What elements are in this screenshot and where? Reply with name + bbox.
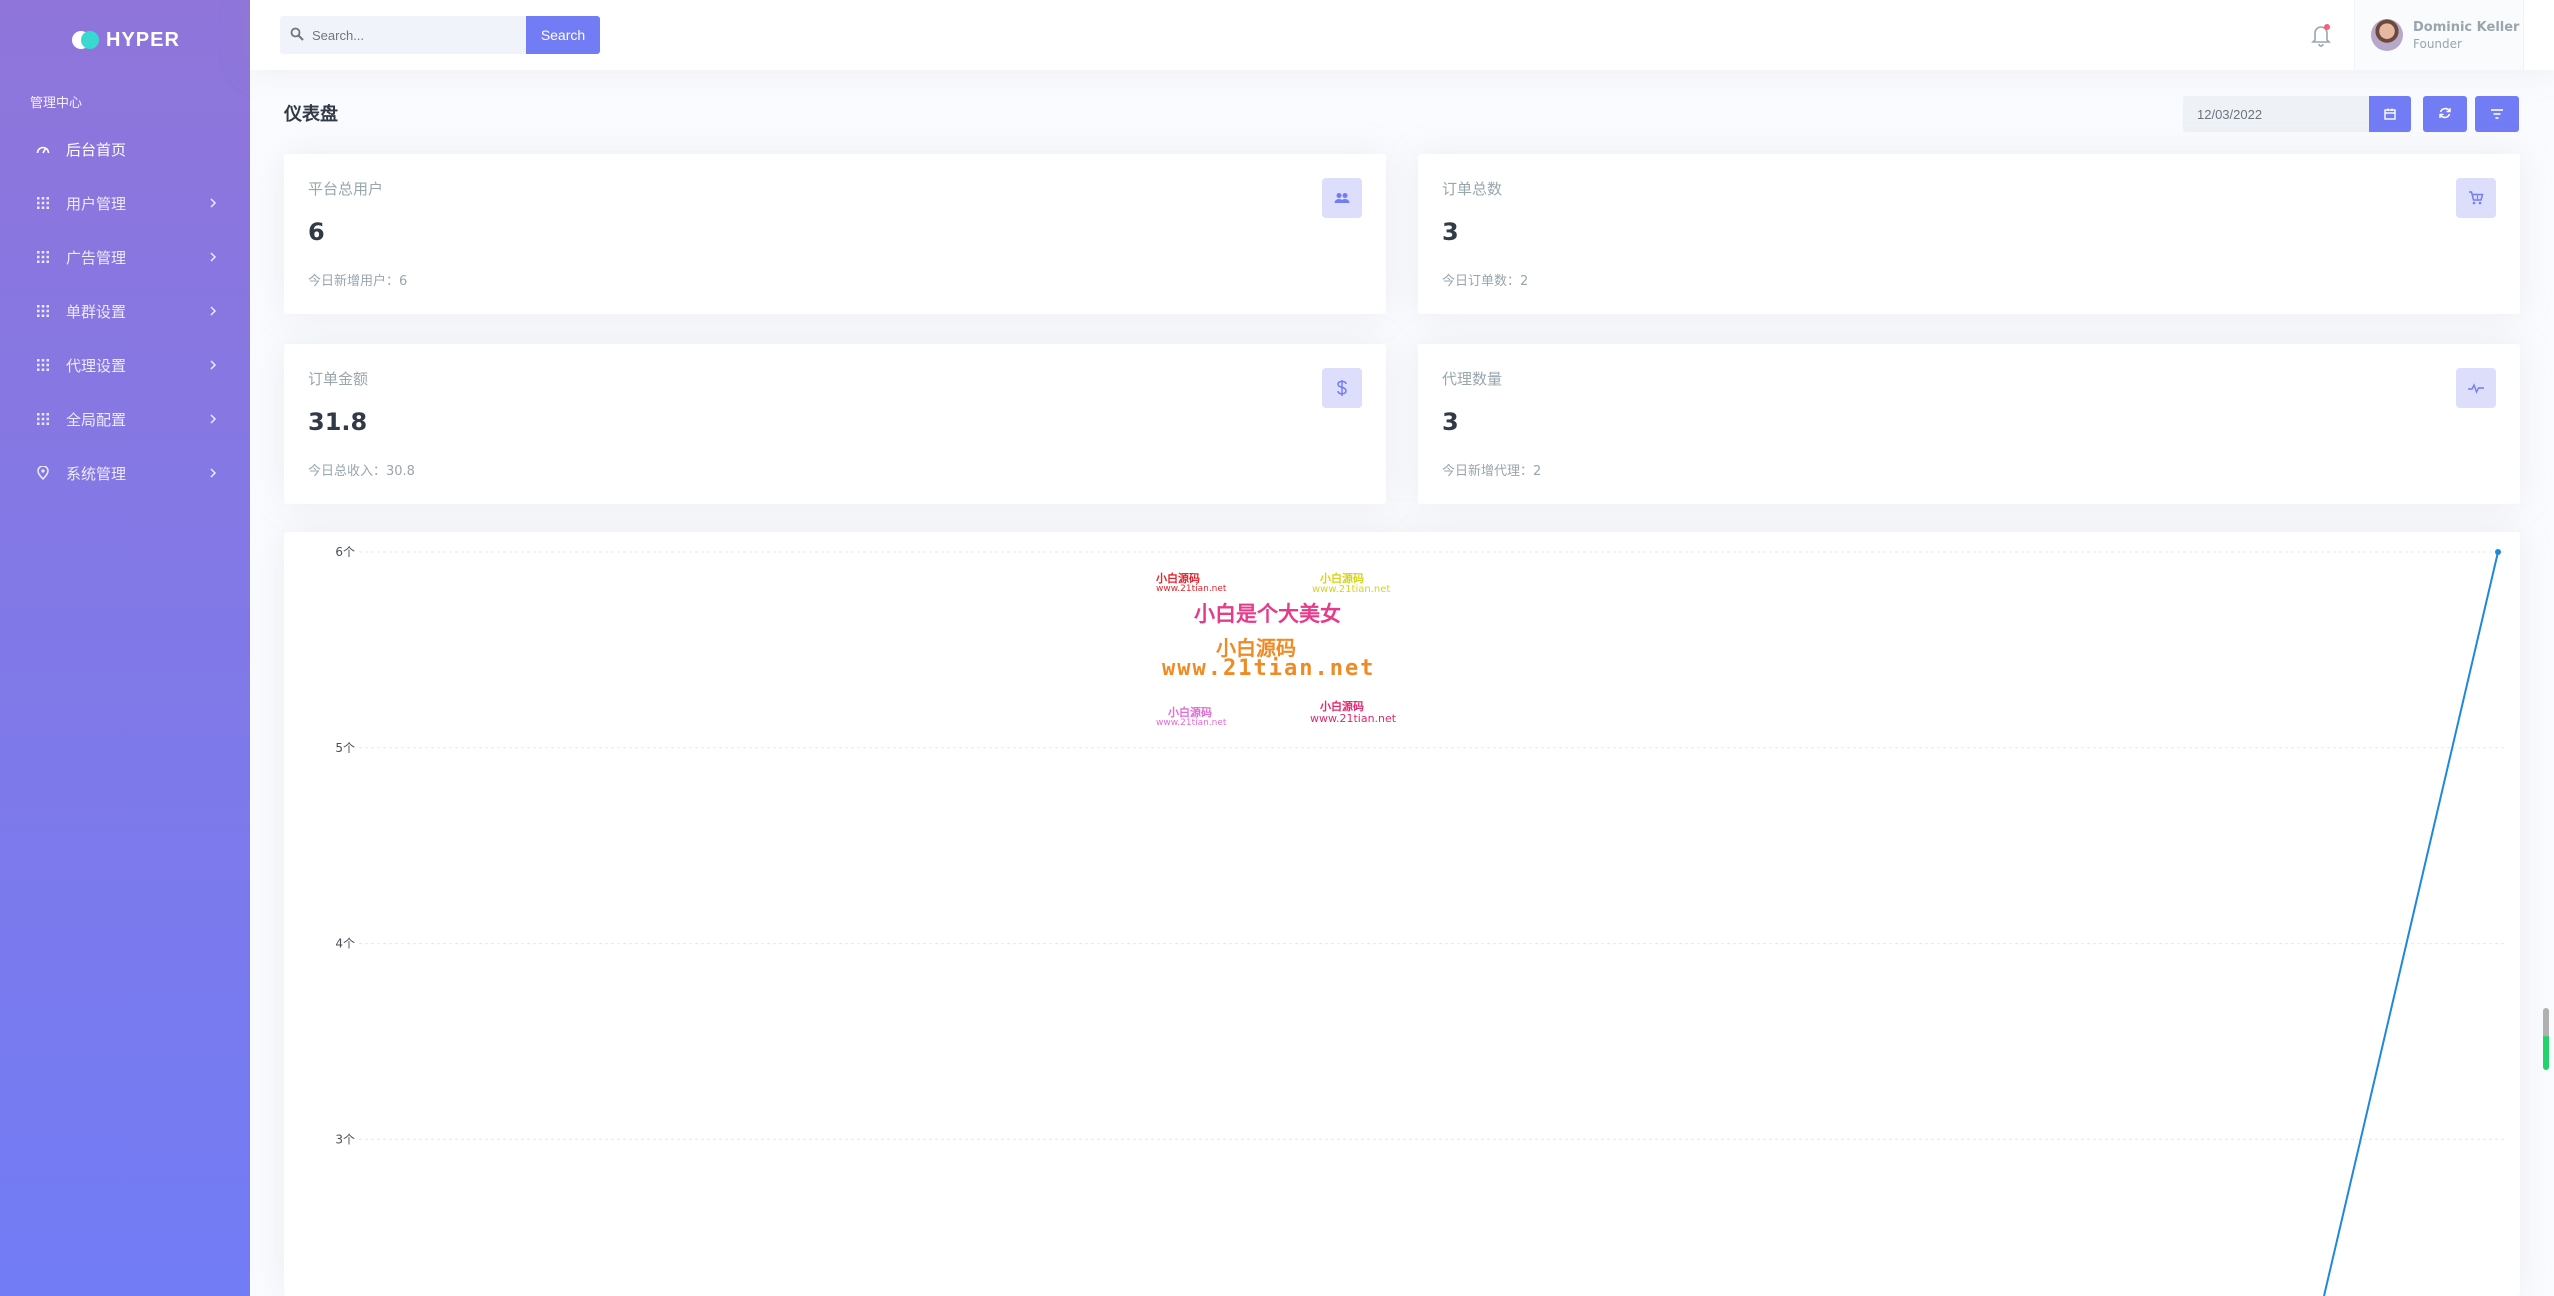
sidebar-item-agent-settings[interactable]: 代理设置 <box>0 338 250 392</box>
sidebar-section-title: 管理中心 <box>30 96 83 111</box>
stat-value: 3 <box>1442 218 1459 246</box>
search-input[interactable] <box>312 27 502 43</box>
filter-icon <box>2490 105 2504 124</box>
user-name: Dominic Keller <box>2413 19 2520 35</box>
chevron-right-icon <box>206 196 220 210</box>
chevron-right-icon <box>206 466 220 480</box>
chevron-right-icon <box>206 412 220 426</box>
avatar <box>2371 19 2403 51</box>
topbar: Search Dominic Keller Founder <box>250 0 2554 70</box>
stat-value: 6 <box>308 218 325 246</box>
grid-icon <box>36 412 50 426</box>
stat-sub: 今日订单数：2 <box>1442 274 1529 289</box>
chevron-right-icon <box>206 304 220 318</box>
grid-icon <box>36 250 50 264</box>
date-field[interactable] <box>2183 96 2369 132</box>
line-chart: 3个 4个 5个 6个 <box>335 545 2504 1296</box>
data-point[interactable] <box>2495 549 2501 555</box>
y-tick-label: 6个 <box>335 545 355 559</box>
logo-text: HYPER <box>106 28 180 51</box>
sidebar-item-users[interactable]: 用户管理 <box>0 176 250 230</box>
search-box <box>280 16 530 54</box>
sidebar-item-label: 代理设置 <box>66 356 127 375</box>
sidebar-item-home[interactable]: 后台首页 <box>0 122 250 176</box>
user-role: Founder <box>2413 36 2462 51</box>
stat-card-order-amount: 订单金额 31.8 今日总收入：30.8 <box>284 344 1386 504</box>
sidebar-item-label: 用户管理 <box>66 194 127 213</box>
stat-value: 3 <box>1442 408 1459 436</box>
cart-icon <box>2456 178 2496 218</box>
stat-value: 31.8 <box>308 408 368 436</box>
dollar-icon <box>1322 368 1362 408</box>
dashboard-icon <box>36 142 50 156</box>
calendar-button[interactable] <box>2369 96 2411 132</box>
series-line <box>2323 551 2499 1296</box>
calendar-icon <box>2384 105 2396 124</box>
stat-sub: 今日新增用户：6 <box>308 274 408 289</box>
sidebar-item-label: 广告管理 <box>66 248 127 267</box>
stat-label: 订单总数 <box>1442 180 1503 198</box>
sidebar-item-label: 全局配置 <box>66 410 127 429</box>
filter-button[interactable] <box>2475 96 2519 132</box>
stat-label: 订单金额 <box>308 370 369 388</box>
sidebar-item-label: 后台首页 <box>66 140 127 159</box>
grid-icon <box>36 196 50 210</box>
sidebar: HYPER 管理中心 后台首页 用户管理 广告管理 单群设置 代理设置 全局配置… <box>0 0 250 1296</box>
stat-sub: 今日新增代理：2 <box>1442 464 1542 479</box>
refresh-icon <box>2438 105 2452 124</box>
chevron-right-icon <box>206 358 220 372</box>
user-menu[interactable]: Dominic Keller Founder <box>2354 0 2524 70</box>
search-button[interactable]: Search <box>526 16 600 54</box>
chevron-right-icon <box>206 250 220 264</box>
stat-card-total-orders: 订单总数 3 今日订单数：2 <box>1418 154 2520 314</box>
sidebar-item-group-settings[interactable]: 单群设置 <box>0 284 250 338</box>
stat-label: 代理数量 <box>1442 370 1503 388</box>
sidebar-nav: 后台首页 用户管理 广告管理 单群设置 代理设置 全局配置 系统管理 <box>0 122 250 500</box>
grid-icon <box>36 358 50 372</box>
search-icon <box>290 26 304 45</box>
pulse-icon <box>2456 368 2496 408</box>
refresh-button[interactable] <box>2423 96 2467 132</box>
map-pin-icon <box>36 466 50 480</box>
sidebar-item-system[interactable]: 系统管理 <box>0 446 250 500</box>
y-tick-label: 3个 <box>335 1132 355 1146</box>
users-icon <box>1322 178 1362 218</box>
stat-sub: 今日总收入：30.8 <box>308 464 415 479</box>
scrollbar[interactable] <box>2543 1008 2549 1070</box>
chart-card: 3个 4个 5个 6个 <box>284 532 2520 1296</box>
page-title: 仪表盘 <box>284 104 338 125</box>
stat-card-agent-count: 代理数量 3 今日新增代理：2 <box>1418 344 2520 504</box>
bell-icon[interactable] <box>2308 22 2334 48</box>
logo[interactable]: HYPER <box>72 26 180 54</box>
logo-icon <box>72 29 99 51</box>
stat-card-total-users: 平台总用户 6 今日新增用户：6 <box>284 154 1386 314</box>
sidebar-item-ads[interactable]: 广告管理 <box>0 230 250 284</box>
sidebar-item-label: 系统管理 <box>66 464 127 483</box>
sidebar-item-global-config[interactable]: 全局配置 <box>0 392 250 446</box>
stat-label: 平台总用户 <box>308 180 384 198</box>
sidebar-item-label: 单群设置 <box>66 302 127 321</box>
y-tick-label: 5个 <box>335 741 355 755</box>
y-tick-label: 4个 <box>335 937 355 951</box>
grid-icon <box>36 304 50 318</box>
